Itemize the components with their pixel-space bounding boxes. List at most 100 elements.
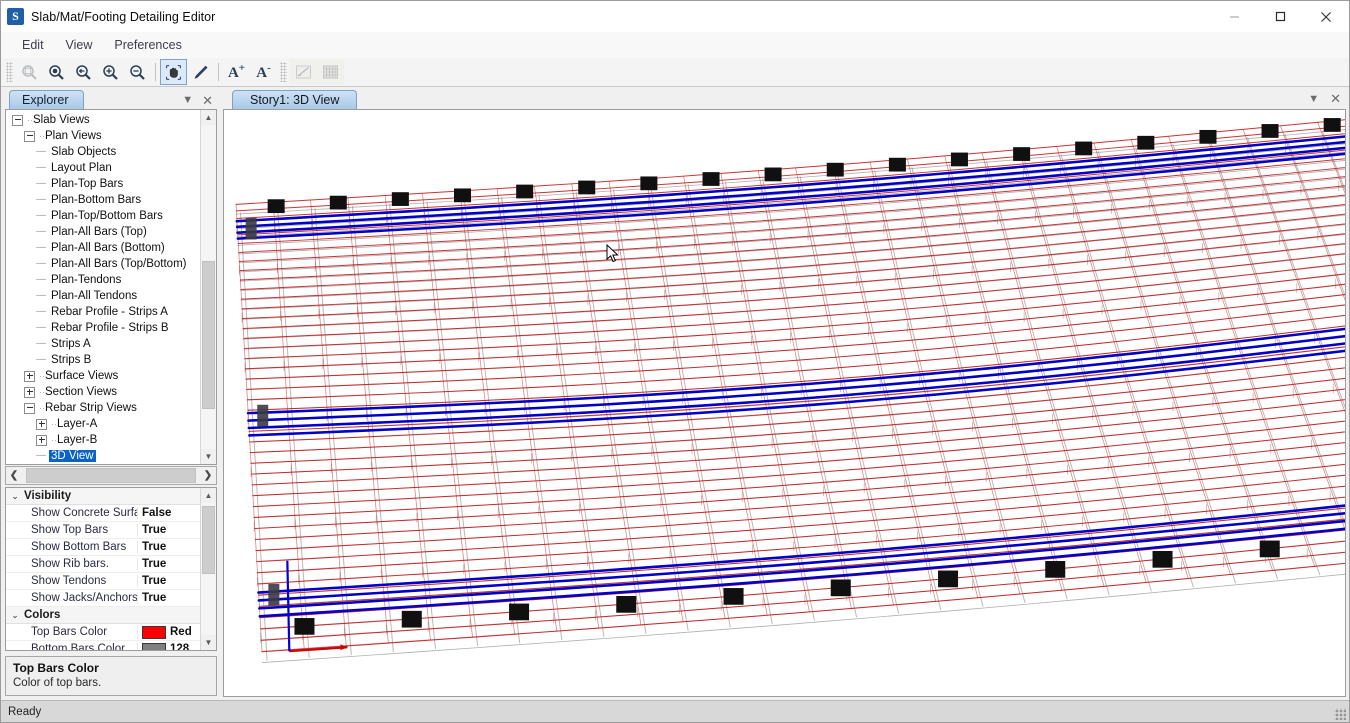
- property-row[interactable]: Show Concrete SurfacesFalse: [6, 505, 200, 522]
- chevron-down-icon[interactable]: ⌄: [6, 491, 24, 502]
- tree-item[interactable]: ··Plan Views: [6, 128, 200, 144]
- scroll-down-icon[interactable]: ▼: [201, 635, 216, 650]
- property-value-cell[interactable]: True: [137, 541, 200, 553]
- color-swatch[interactable]: [142, 643, 166, 651]
- tree-item[interactable]: —Plan-All Bars (Bottom): [6, 240, 200, 256]
- property-row[interactable]: Bottom Bars Color128,: [6, 641, 200, 650]
- property-grid-container: ⌄VisibilityShow Concrete SurfacesFalseSh…: [5, 487, 217, 651]
- property-grid-vscroll-track[interactable]: [201, 503, 216, 635]
- property-name: Bottom Bars Color: [6, 643, 137, 650]
- toolbar-grip[interactable]: [6, 62, 13, 82]
- explorer-hscroll-thumb[interactable]: [26, 468, 197, 483]
- expand-plus-icon[interactable]: [36, 435, 47, 446]
- pencil-draw-icon[interactable]: [187, 59, 214, 85]
- tree-item[interactable]: —Slab Objects: [6, 144, 200, 160]
- property-value-cell[interactable]: True: [137, 524, 200, 536]
- scroll-left-icon[interactable]: ❮: [6, 467, 22, 484]
- resize-grip-icon[interactable]: [1334, 708, 1346, 720]
- collapse-minus-icon[interactable]: [24, 131, 35, 142]
- tree-item[interactable]: ··Surface Views: [6, 368, 200, 384]
- tree-item[interactable]: ··Section Views: [6, 384, 200, 400]
- scroll-right-icon[interactable]: ❯: [200, 467, 216, 484]
- property-row[interactable]: Show Jacks/AnchorsTrue: [6, 590, 200, 607]
- expand-plus-icon[interactable]: [36, 419, 47, 430]
- close-button[interactable]: [1303, 1, 1349, 32]
- toolbar-grip-2[interactable]: [280, 62, 287, 82]
- pan-hand-icon[interactable]: [160, 59, 187, 85]
- tree-item[interactable]: ··Layer-A: [6, 416, 200, 432]
- menu-edit[interactable]: Edit: [11, 35, 55, 55]
- zoom-out-icon[interactable]: [124, 59, 151, 85]
- explorer-tree[interactable]: ··Slab Views··Plan Views—Slab Objects—La…: [6, 110, 200, 464]
- tree-item[interactable]: ··Rebar Strip Views: [6, 400, 200, 416]
- expand-plus-icon[interactable]: [24, 371, 35, 382]
- tree-item[interactable]: —Plan-All Bars (Top/Bottom): [6, 256, 200, 272]
- mesh-display-icon[interactable]: [317, 59, 344, 85]
- property-value-cell[interactable]: Red: [137, 626, 200, 639]
- zoom-window-icon[interactable]: [16, 59, 43, 85]
- collapse-minus-icon[interactable]: [12, 115, 23, 126]
- property-value-cell[interactable]: True: [137, 592, 200, 604]
- decrease-font-icon[interactable]: A-: [250, 59, 277, 85]
- explorer-vscroll-track[interactable]: [201, 125, 216, 449]
- chevron-down-icon[interactable]: ▼: [1308, 93, 1319, 105]
- tree-item[interactable]: —Rebar Profile - Strips B: [6, 320, 200, 336]
- tree-item[interactable]: ··Slab Views: [6, 112, 200, 128]
- zoom-previous-icon[interactable]: [70, 59, 97, 85]
- tree-item[interactable]: —Plan-All Tendons: [6, 288, 200, 304]
- scroll-up-icon[interactable]: ▲: [201, 488, 216, 503]
- property-group-header[interactable]: ⌄Visibility: [6, 488, 200, 505]
- chevron-down-icon[interactable]: ⌄: [6, 610, 24, 621]
- explorer-vscroll-thumb[interactable]: [202, 261, 215, 409]
- chevron-down-icon[interactable]: ▼: [182, 95, 193, 106]
- tab-explorer[interactable]: Explorer: [9, 90, 84, 109]
- property-grid-vscroll-thumb[interactable]: [202, 506, 215, 574]
- scroll-down-icon[interactable]: ▼: [201, 449, 216, 464]
- scroll-up-icon[interactable]: ▲: [201, 110, 216, 125]
- property-row[interactable]: Show Bottom BarsTrue: [6, 539, 200, 556]
- increase-font-icon[interactable]: A+: [223, 59, 250, 85]
- property-row[interactable]: Show Top BarsTrue: [6, 522, 200, 539]
- property-grid[interactable]: ⌄VisibilityShow Concrete SurfacesFalseSh…: [6, 488, 200, 650]
- menu-view[interactable]: View: [55, 35, 104, 55]
- property-row[interactable]: Top Bars ColorRed: [6, 624, 200, 641]
- minimize-button[interactable]: [1211, 1, 1257, 32]
- collapse-minus-icon[interactable]: [24, 403, 35, 414]
- tree-item[interactable]: —Plan-Tendons: [6, 272, 200, 288]
- zoom-in-icon[interactable]: [97, 59, 124, 85]
- property-row[interactable]: Show Rib bars.True: [6, 556, 200, 573]
- explorer-hscroll-track[interactable]: [22, 467, 200, 484]
- tab-story1-3d-view[interactable]: Story1: 3D View: [232, 90, 357, 109]
- tree-item[interactable]: —Plan-Top/Bottom Bars: [6, 208, 200, 224]
- menu-preferences[interactable]: Preferences: [103, 35, 192, 55]
- explorer-hscrollbar[interactable]: ❮ ❯: [5, 466, 217, 485]
- property-value-cell[interactable]: False: [137, 507, 200, 519]
- close-icon[interactable]: ✕: [202, 94, 213, 107]
- tree-item[interactable]: —3D View: [6, 448, 200, 464]
- property-group-header[interactable]: ⌄Colors: [6, 607, 200, 624]
- section-cut-icon[interactable]: [290, 59, 317, 85]
- close-icon[interactable]: ✕: [1330, 91, 1341, 107]
- tree-item[interactable]: —Plan-All Bars (Top): [6, 224, 200, 240]
- property-row[interactable]: Show TendonsTrue: [6, 573, 200, 590]
- explorer-vscrollbar[interactable]: ▲ ▼: [200, 110, 216, 464]
- tree-item[interactable]: ··Layer-B: [6, 432, 200, 448]
- property-value-cell[interactable]: True: [137, 558, 200, 570]
- property-value: True: [142, 541, 166, 553]
- tree-item[interactable]: —Rebar Profile - Strips A: [6, 304, 200, 320]
- maximize-button[interactable]: [1257, 1, 1303, 32]
- expand-plus-icon[interactable]: [24, 387, 35, 398]
- property-value-cell[interactable]: True: [137, 575, 200, 587]
- tab-story1-3d-view-label: Story1: 3D View: [250, 93, 339, 107]
- tree-item[interactable]: —Strips B: [6, 352, 200, 368]
- explorer-tab-tools: ▼ ✕: [182, 94, 213, 107]
- property-value-cell[interactable]: 128,: [137, 643, 200, 651]
- tree-item[interactable]: —Plan-Bottom Bars: [6, 192, 200, 208]
- 3d-rebar-viewport[interactable]: [223, 109, 1346, 697]
- tree-item[interactable]: —Strips A: [6, 336, 200, 352]
- color-swatch[interactable]: [142, 626, 166, 639]
- tree-item[interactable]: —Plan-Top Bars: [6, 176, 200, 192]
- property-grid-vscrollbar[interactable]: ▲ ▼: [200, 488, 216, 650]
- zoom-full-icon[interactable]: [43, 59, 70, 85]
- tree-item[interactable]: —Layout Plan: [6, 160, 200, 176]
